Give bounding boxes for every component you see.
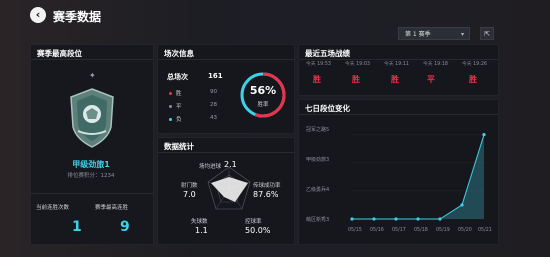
x-label-7: 05/21 [478,228,492,233]
matches-title: 场次信息 [164,49,194,58]
conceded-value: 1.1 [195,226,208,235]
recent-result-4: 平 [427,75,435,84]
best-streak-label: 赛季最高连胜 [95,205,129,211]
recent-date-2: 今天 19:03 [345,62,370,67]
total-matches-label: 总场次 [167,73,188,81]
possession-label: 控球率 [245,219,262,225]
data-point-4 [416,217,420,221]
data-point-1 [350,217,354,221]
data-point-3 [394,217,398,221]
share-icon: ⇱ [484,30,490,38]
rank-badge-icon [68,87,116,149]
losses-value: 43 [210,115,217,121]
pass-value: 87.6% [253,190,279,199]
goals-label: 场均进球 [199,164,222,170]
recent-date-5: 今天 19:26 [462,62,487,67]
total-matches-value: 161 [208,72,223,80]
star-icon: ✦ [89,71,96,80]
losses-label: 负 [176,117,182,123]
shots-value: 7.0 [183,190,196,199]
recent-result-3: 胜 [391,75,399,84]
data-point-7 [482,133,486,137]
season-select[interactable]: 第 1 赛季 ▾ [398,27,470,40]
wins-row: 胜 [169,89,182,97]
draws-row: 平 [169,102,182,110]
conceded-label: 失球数 [191,219,208,225]
back-button[interactable]: ‹ [30,7,46,23]
rank-name: 甲级劲旅1 [72,160,110,169]
wins-label: 胜 [176,91,182,97]
recent-date-1: 今天 19:53 [306,62,331,67]
best-rank-panel: 赛季最高段位 ✦ [30,44,154,245]
goals-value: 2.1 [224,160,237,169]
recent-title: 最近五场战绩 [305,49,350,58]
radar-chart [204,164,254,214]
win-rate-value: 56% [249,84,277,97]
data-point-5 [438,217,442,221]
recent-result-2: 胜 [352,75,360,84]
best-streak-value: 9 [120,219,130,235]
shots-label: 射门数 [181,183,198,189]
x-label-2: 05/16 [370,228,384,233]
chevron-down-icon: ▾ [460,31,464,38]
rank-score: 排位赛积分：1234 [67,173,115,179]
x-label-4: 05/18 [414,228,428,233]
x-label-3: 05/17 [392,228,406,233]
x-label-1: 05/15 [348,228,362,233]
data-point-6 [460,203,464,207]
pass-label: 传球成功率 [253,183,281,189]
recent-panel: 最近五场战绩 [298,44,499,96]
current-streak-label: 当前连胜次数 [36,205,70,211]
page-title: 赛季数据 [53,10,102,24]
draws-label: 平 [176,104,182,110]
draws-value: 28 [210,102,217,108]
stats-title: 数据统计 [164,142,194,151]
x-label-6: 05/20 [458,228,472,233]
recent-result-1: 胜 [313,75,321,84]
possession-value: 50.0% [245,226,271,235]
rank-chart [350,133,486,221]
best-rank-title: 赛季最高段位 [37,49,82,58]
data-point-2 [372,217,376,221]
x-label-5: 05/19 [436,228,450,233]
wins-value: 90 [210,89,217,95]
series-area [352,134,484,219]
losses-row: 负 [169,115,182,123]
recent-date-4: 今天 19:18 [423,62,448,67]
recent-result-5: 胜 [469,75,477,84]
season-select-value: 第 1 赛季 [405,31,431,38]
current-streak-value: 1 [72,219,82,235]
recent-date-3: 今天 19:11 [384,62,409,67]
share-button[interactable]: ⇱ [480,27,494,40]
win-rate-label: 胜率 [257,102,269,108]
